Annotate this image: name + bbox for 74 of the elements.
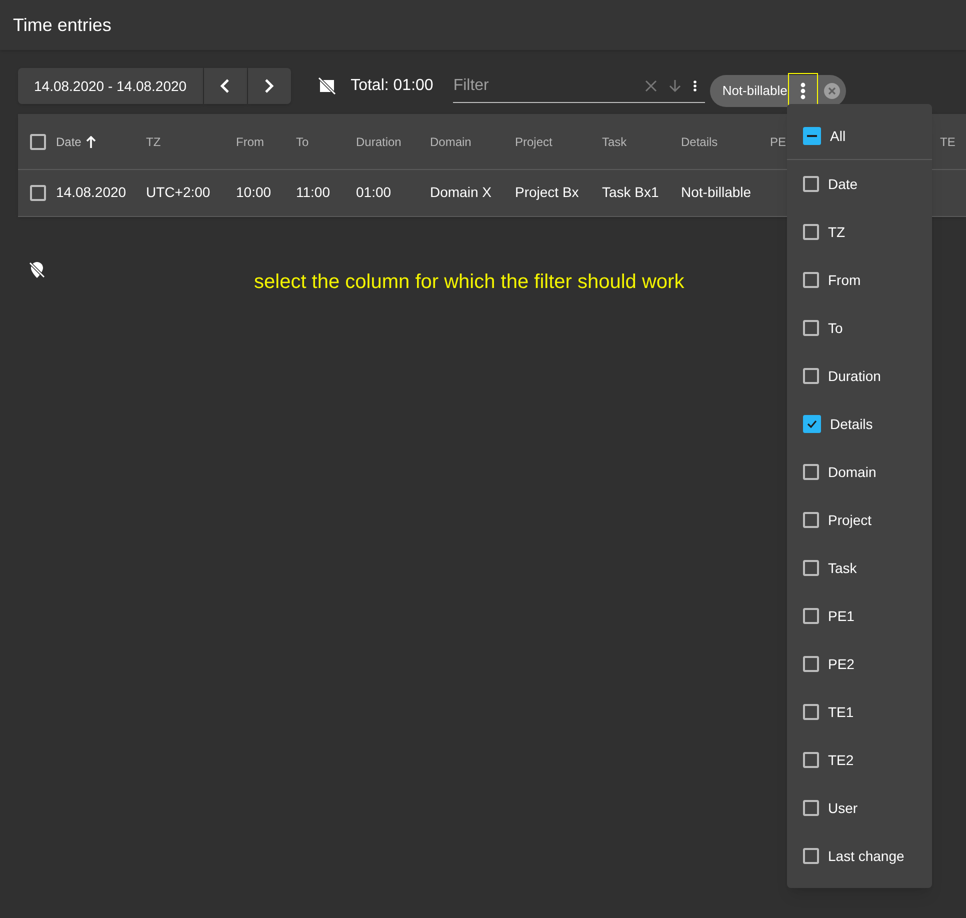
column-header[interactable]: Duration <box>356 132 402 150</box>
column-header[interactable]: PE <box>770 132 786 150</box>
checkbox[interactable] <box>803 848 819 864</box>
more-icon[interactable] <box>693 80 698 92</box>
column-header[interactable]: From <box>236 132 264 150</box>
menu-item[interactable]: Domain <box>787 448 932 496</box>
menu-item[interactable]: PE2 <box>787 640 932 688</box>
filter-input[interactable]: Filter <box>453 74 646 98</box>
checkbox[interactable] <box>803 368 819 384</box>
checkbox[interactable] <box>803 560 819 576</box>
chevron-left-icon <box>220 79 230 93</box>
checkbox[interactable] <box>803 176 819 192</box>
hint-text: select the column for which the filter should work <box>254 270 684 295</box>
table-cell: Domain X <box>430 184 492 200</box>
column-header[interactable]: Domain <box>430 132 472 150</box>
more-icon <box>800 82 806 100</box>
filter-chip[interactable]: Not-billable <box>710 75 846 107</box>
table-cell: 14.08.2020 <box>56 184 126 200</box>
checkbox[interactable] <box>803 512 819 528</box>
menu-item[interactable]: User <box>787 784 932 832</box>
clear-icon[interactable] <box>645 80 658 92</box>
menu-item[interactable]: TZ <box>787 208 932 256</box>
menu-item[interactable]: TE2 <box>787 736 932 784</box>
previous-button[interactable] <box>204 68 247 104</box>
table-cell: Project Bx <box>515 184 579 200</box>
menu-item[interactable]: Last change <box>787 832 932 880</box>
menu-item[interactable]: PE1 <box>787 592 932 640</box>
billing-off-icon[interactable] <box>316 76 337 96</box>
checkbox[interactable] <box>803 656 819 672</box>
column-header[interactable]: Date <box>56 132 82 150</box>
column-header[interactable]: Project <box>515 132 552 150</box>
column-header[interactable]: To <box>296 132 309 150</box>
location-off-icon[interactable] <box>28 261 46 279</box>
chevron-right-icon <box>264 79 274 93</box>
checkbox[interactable] <box>803 224 819 240</box>
table-cell: UTC+2:00 <box>146 184 210 200</box>
table-cell: 11:00 <box>296 184 330 200</box>
checkbox[interactable] <box>30 134 46 150</box>
filter-field[interactable]: Filter <box>453 69 706 103</box>
arrow-down-icon[interactable] <box>669 78 682 92</box>
date-range-button[interactable]: 14.08.2020 - 14.08.2020 <box>18 68 203 104</box>
menu-item[interactable]: Date <box>787 160 932 208</box>
column-header[interactable]: Task <box>602 132 627 150</box>
table-cell: 01:00 <box>356 184 392 200</box>
arrow-up-icon <box>86 136 96 148</box>
checkbox[interactable] <box>30 185 46 201</box>
total-label: Total: 01:00 <box>350 76 434 96</box>
column-header[interactable]: TZ <box>146 132 161 150</box>
page-title: Time entries <box>13 14 112 36</box>
column-header[interactable]: TE <box>940 132 956 150</box>
checkbox[interactable] <box>803 608 819 624</box>
checkbox[interactable] <box>803 704 819 720</box>
table-cell: Not-billable <box>681 184 752 200</box>
menu-item[interactable]: Task <box>787 544 932 592</box>
table-cell: Task Bx1 <box>602 184 659 200</box>
chip-label: Not-billable <box>722 82 788 100</box>
checkbox[interactable] <box>803 800 819 816</box>
menu-item[interactable]: To <box>787 304 932 352</box>
menu-item[interactable]: Details <box>787 400 932 448</box>
menu-item[interactable]: From <box>787 256 932 304</box>
checkbox[interactable] <box>803 127 821 145</box>
check-icon <box>806 418 818 430</box>
menu-item[interactable]: TE1 <box>787 688 932 736</box>
checkbox[interactable] <box>803 415 821 433</box>
checkbox[interactable] <box>803 464 819 480</box>
menu-item[interactable]: All <box>787 112 932 160</box>
checkbox[interactable] <box>803 752 819 768</box>
table-cell: 10:00 <box>236 184 272 200</box>
column-header[interactable]: Details <box>681 132 718 150</box>
next-button[interactable] <box>248 68 291 104</box>
menu-item[interactable]: Project <box>787 496 932 544</box>
checkbox[interactable] <box>803 272 819 288</box>
menu-item[interactable]: Duration <box>787 352 932 400</box>
checkbox[interactable] <box>803 320 819 336</box>
